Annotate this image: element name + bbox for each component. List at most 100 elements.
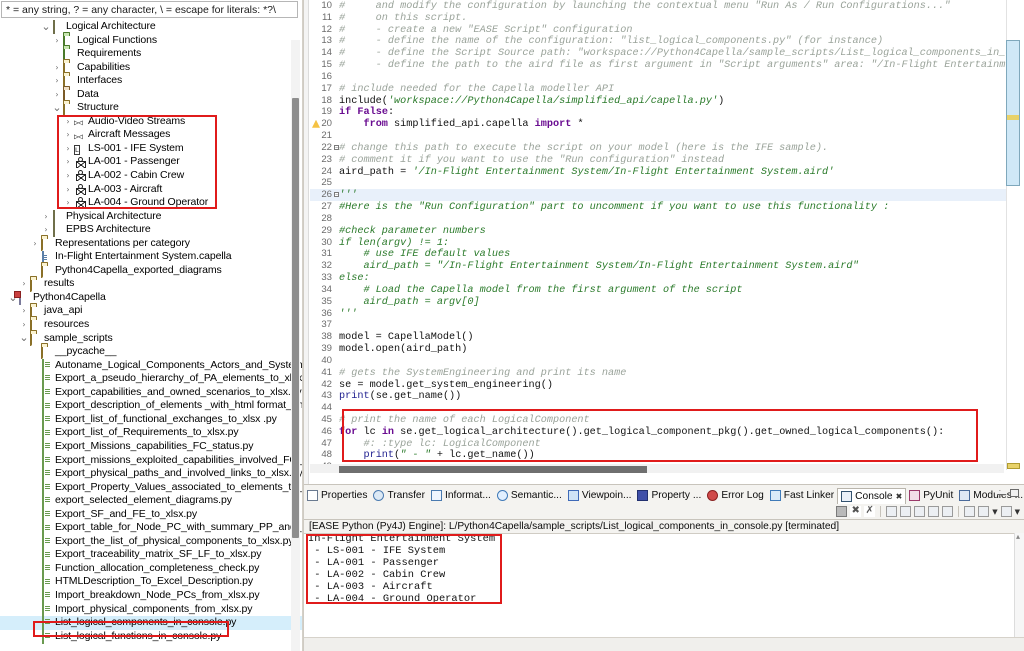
chevron-right-icon[interactable]: › (19, 304, 29, 318)
editor-hscrollbar-thumb[interactable] (339, 466, 647, 473)
editor-vscrollbar-thumb[interactable] (1006, 40, 1020, 186)
tree-item[interactable]: __pycache__ (0, 345, 302, 360)
tree-item[interactable]: Import_physical_components_from_xlsx.py (0, 603, 302, 617)
view-tab-console[interactable]: Console ✖ (837, 487, 907, 504)
code-line[interactable]: 33 else: (310, 272, 1010, 284)
editor-overview-marker[interactable] (1007, 463, 1020, 469)
tree-item[interactable]: ⌄ Structure (0, 101, 302, 116)
tree-item[interactable]: Export_capabilities_and_owned_scenarios_… (0, 386, 302, 401)
view-tab-properties[interactable]: Properties (304, 488, 370, 504)
tree-item[interactable]: › ▷◁ Aircraft Messages (0, 128, 302, 142)
minimize-icon[interactable] (997, 490, 1006, 495)
display-selected-console-icon[interactable] (942, 506, 954, 517)
code-line[interactable]: 24 aird_path = '/In-Flight Entertainment … (310, 166, 1010, 178)
view-tab-error-log[interactable]: Error Log (704, 488, 766, 504)
chevron-right-icon[interactable]: › (63, 115, 73, 129)
tree-item[interactable]: › LA-002 - Cabin Crew (0, 169, 302, 183)
code-line[interactable]: 39 model.open(aird_path) (310, 343, 1010, 355)
view-window-buttons[interactable] (993, 487, 1019, 497)
tree-item[interactable]: › java_api (0, 304, 302, 319)
code-line[interactable]: 17 # include needed for the Capella model… (310, 83, 1010, 95)
tree-item[interactable]: Export_Missions_capabilities_FC_status.p… (0, 440, 302, 455)
tree-item[interactable]: export_selected_element_diagrams.py (0, 494, 302, 509)
code-line[interactable]: 20 from simplified_api.capella import * (310, 118, 1010, 130)
chevron-right-icon[interactable]: › (30, 237, 40, 251)
code-line[interactable]: 35 aird_path = argv[0] (310, 296, 1010, 308)
tree-item[interactable]: Export_Property_Values_associated_to_ele… (0, 481, 302, 495)
code-line[interactable]: 31 # use IFE default values (310, 248, 1010, 260)
tree-item[interactable]: Export_list_of_Requirements_to_xlsx.py (0, 426, 302, 441)
code-line[interactable]: 14 # - define the Script Source path: "wo… (310, 47, 1010, 59)
tree-item[interactable]: Export_a_pseudo_hierarchy_of_PA_elements… (0, 372, 302, 387)
tree-item[interactable]: › resources (0, 318, 302, 333)
tree-item[interactable]: › LA-004 - Ground Operator (0, 196, 302, 210)
editor-warning-marker[interactable] (1007, 115, 1019, 120)
tree-item[interactable]: List_logical_functions_in_console.py (0, 630, 302, 644)
code-line[interactable]: 41 # gets the SystemEngineering and print… (310, 367, 1010, 379)
tree-item[interactable]: › LA-003 - Aircraft (0, 183, 302, 197)
chevron-down-icon[interactable]: ▼ (992, 508, 997, 516)
view-tab-viewpoin[interactable]: Viewpoin... (565, 488, 635, 504)
chevron-down-icon[interactable]: ⌄ (41, 21, 51, 32)
chevron-right-icon[interactable]: › (52, 61, 62, 75)
code-line[interactable]: 13 # - define the name of the configurati… (310, 35, 1010, 47)
chevron-right-icon[interactable]: › (63, 142, 73, 156)
chevron-right-icon[interactable]: › (63, 128, 73, 142)
code-line[interactable]: 38 model = CapellaModel() (310, 331, 1010, 343)
view-tab-property[interactable]: Property ... (634, 488, 704, 504)
chevron-down-icon[interactable]: ⌄ (52, 102, 62, 113)
code-line[interactable]: 42 se = model.get_system_engineering() (310, 379, 1010, 391)
tree-item[interactable]: › Capabilities (0, 61, 302, 75)
code-line[interactable]: 40 (310, 355, 1010, 367)
code-line[interactable]: 48 print(" - " + lc.get_name()) (310, 449, 1010, 461)
code-line[interactable]: 29 #check parameter numbers (310, 225, 1010, 237)
chevron-right-icon[interactable]: › (52, 74, 62, 88)
code-line[interactable]: 46 for lc in se.get_logical_architecture(… (310, 426, 1010, 438)
chevron-right-icon[interactable]: › (19, 318, 29, 332)
code-line[interactable]: 26− ''' (310, 189, 1010, 201)
chevron-right-icon[interactable]: › (63, 155, 73, 169)
tree-item[interactable]: › Interfaces (0, 74, 302, 89)
tree-item[interactable]: ⌄ Python4Capella (0, 291, 302, 306)
open-console-icon[interactable] (978, 506, 990, 517)
word-wrap-icon[interactable] (964, 506, 976, 517)
view-tab-transfer[interactable]: Transfer (370, 488, 428, 504)
code-line[interactable]: 21 (310, 130, 1010, 142)
view-tab-semantic[interactable]: Semantic... (494, 488, 565, 504)
close-icon[interactable]: ✖ (896, 492, 903, 501)
code-line[interactable]: 10 # and modify the configuration by laun… (310, 0, 1010, 12)
python-code-editor[interactable]: 10 # and modify the configuration by laun… (304, 0, 1024, 484)
console-toolbar[interactable]: ✖ ✗ ▼ ▼ (836, 505, 1020, 518)
pin-console-icon[interactable] (928, 506, 940, 517)
tree-item[interactable]: Export_the_list_of_physical_components_t… (0, 535, 302, 550)
remove-all-terminated-icon[interactable]: ✗ (864, 506, 876, 517)
code-line[interactable]: 44 (310, 402, 1010, 414)
tree-item[interactable]: Import_breakdown_Node_PCs_from_xlsx.py (0, 589, 302, 604)
maximize-icon[interactable] (1010, 488, 1019, 497)
view-tab-informat[interactable]: Informat... (428, 488, 494, 504)
chevron-right-icon[interactable]: › (63, 196, 73, 210)
tree-item[interactable]: ⌄ Logical Architecture (0, 20, 302, 35)
tree-item[interactable]: Requirements (0, 47, 302, 62)
view-tab-strip[interactable]: Properties Transfer Informat... Semantic...… (304, 487, 1024, 504)
code-line[interactable]: 12 # - create a new "EASE Script" configu… (310, 24, 1010, 36)
tree-item[interactable]: Python4Capella_exported_diagrams (0, 264, 302, 279)
tree-item[interactable]: › LA-001 - Passenger (0, 155, 302, 169)
code-line[interactable]: 11 # on this script. (310, 12, 1010, 24)
tree-item[interactable]: Export_description_of_elements _with_htm… (0, 399, 302, 414)
tree-item[interactable]: › Data (0, 88, 302, 102)
chevron-down-icon-2[interactable]: ▼ (1015, 508, 1020, 516)
view-tab-fast-linker[interactable]: Fast Linker (767, 488, 837, 504)
code-line[interactable]: 18 include('workspace://Python4Capella/si… (310, 95, 1010, 107)
fold-toggle-icon[interactable]: − (334, 144, 339, 150)
remove-launch-icon[interactable]: ✖ (850, 506, 862, 517)
chevron-right-icon[interactable]: › (63, 169, 73, 183)
code-line[interactable]: 34 # Load the Capella model from the fir… (310, 284, 1010, 296)
console-scrollbar[interactable] (1014, 532, 1024, 651)
tree-item[interactable]: Export_SF_and_FE_to_xlsx.py (0, 508, 302, 522)
terminate-icon[interactable] (836, 506, 848, 517)
show-console-when-output-icon[interactable] (914, 506, 926, 517)
code-line[interactable]: 28 (310, 213, 1010, 225)
tree-item[interactable]: › results (0, 277, 302, 292)
code-line[interactable]: 45 # print the name of each LogicalCompon… (310, 414, 1010, 426)
